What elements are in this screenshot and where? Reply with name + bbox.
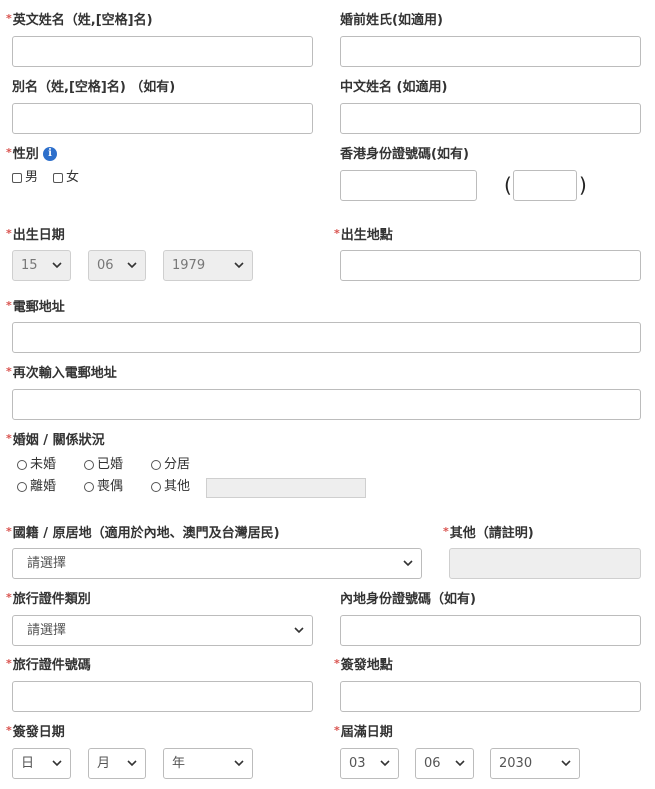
expiry-year-select[interactable]: 2030: [490, 748, 580, 779]
email-confirm-label: *再次輸入電郵地址: [6, 365, 117, 381]
email-label: *電郵地址: [6, 299, 65, 315]
expiry-month-select[interactable]: 06: [415, 748, 474, 779]
marital-other-input[interactable]: [206, 478, 366, 498]
chevron-down-icon: [52, 760, 62, 767]
radio-divorced[interactable]: [17, 481, 27, 492]
hkid-check-digit-input[interactable]: [513, 170, 577, 201]
mainland-id-label: 內地身份證號碼（如有): [340, 592, 476, 607]
hkid-label: 香港身份證號碼(如有): [340, 147, 469, 162]
radio-other[interactable]: [151, 481, 161, 492]
checkbox-male[interactable]: [12, 172, 22, 183]
gender-option-male[interactable]: 男: [12, 170, 38, 186]
doc-number-input[interactable]: [12, 681, 313, 712]
radio-widowed[interactable]: [84, 481, 94, 492]
issue-year-select[interactable]: 年: [163, 748, 253, 779]
dob-label: *出生日期: [6, 227, 65, 243]
dob-year-select[interactable]: 1979: [163, 250, 253, 281]
issue-place-input[interactable]: [340, 681, 641, 712]
nationality-other-label: *其他（請註明): [443, 525, 534, 541]
birthplace-label: *出生地點: [334, 227, 393, 243]
nationality-other-input[interactable]: [449, 548, 641, 579]
chevron-down-icon: [455, 760, 465, 767]
chevron-down-icon: [127, 262, 137, 269]
dob-month-select[interactable]: 06: [88, 250, 146, 281]
chinese-name-label: 中文姓名 (如適用): [340, 80, 448, 95]
nationality-label: *國籍 / 原居地（適用於內地、澳門及台灣居民): [6, 525, 280, 541]
issue-place-label: *簽發地點: [334, 657, 393, 673]
maiden-name-input[interactable]: [340, 36, 641, 67]
radio-married[interactable]: [84, 459, 94, 470]
expiry-date-label: *屆滿日期: [334, 724, 393, 740]
marital-option-divorced[interactable]: 離婚: [17, 479, 56, 495]
issue-date-label: *簽發日期: [6, 724, 65, 740]
alias-input[interactable]: [12, 103, 313, 134]
chevron-down-icon: [234, 262, 244, 269]
chinese-name-input[interactable]: [340, 103, 641, 134]
doc-type-select[interactable]: 請選擇: [12, 615, 313, 646]
gender-label: *性別: [6, 146, 39, 162]
marital-option-married[interactable]: 已婚: [84, 457, 123, 473]
hkid-open-paren: (: [504, 173, 512, 197]
gender-option-female[interactable]: 女: [53, 170, 79, 186]
issue-month-select[interactable]: 月: [88, 748, 146, 779]
checkbox-female[interactable]: [53, 172, 63, 183]
chevron-down-icon: [561, 760, 571, 767]
marital-option-separated[interactable]: 分居: [151, 457, 190, 473]
info-icon[interactable]: i: [43, 147, 57, 161]
marital-label: *婚姻 / 關係狀況: [6, 432, 105, 448]
chevron-down-icon: [294, 627, 304, 634]
chevron-down-icon: [234, 760, 244, 767]
radio-separated[interactable]: [151, 459, 161, 470]
english-name-label: *英文姓名（姓,[空格]名): [6, 12, 153, 28]
dob-day-select[interactable]: 15: [12, 250, 71, 281]
mainland-id-input[interactable]: [340, 615, 641, 646]
chevron-down-icon: [127, 760, 137, 767]
chevron-down-icon: [380, 760, 390, 767]
email-input[interactable]: [12, 322, 641, 353]
hkid-close-paren: ): [579, 173, 587, 197]
issue-day-select[interactable]: 日: [12, 748, 71, 779]
doc-type-label: *旅行證件類別: [6, 591, 91, 607]
radio-single[interactable]: [17, 459, 27, 470]
doc-number-label: *旅行證件號碼: [6, 657, 91, 673]
alias-label: 別名（姓,[空格]名) （如有): [12, 80, 176, 95]
marital-option-single[interactable]: 未婚: [17, 457, 56, 473]
english-name-input[interactable]: [12, 36, 313, 67]
marital-option-widowed[interactable]: 喪偶: [84, 479, 123, 495]
hkid-input[interactable]: [340, 170, 477, 201]
nationality-select[interactable]: 請選擇: [12, 548, 422, 579]
email-confirm-input[interactable]: [12, 389, 641, 420]
chevron-down-icon: [403, 560, 413, 567]
maiden-name-label: 婚前姓氏(如適用): [340, 13, 443, 28]
birthplace-input[interactable]: [340, 250, 641, 281]
expiry-day-select[interactable]: 03: [340, 748, 399, 779]
chevron-down-icon: [52, 262, 62, 269]
marital-option-other[interactable]: 其他: [151, 479, 190, 495]
